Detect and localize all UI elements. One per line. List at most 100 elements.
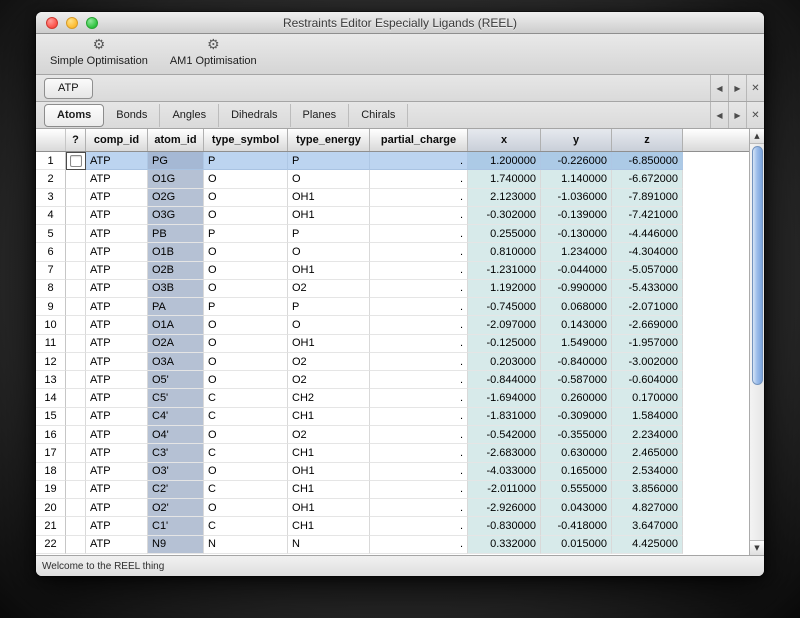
z-cell[interactable]: 3.856000	[612, 481, 683, 499]
partial-charge-cell[interactable]: .	[370, 408, 468, 426]
atom-id-cell[interactable]: PG	[148, 152, 204, 170]
table-row[interactable]: 9ATPPAPP.-0.7450000.068000-2.071000	[36, 298, 749, 316]
select-checkbox-cell[interactable]	[66, 389, 86, 407]
comp-id-cell[interactable]: ATP	[86, 189, 148, 207]
comp-id-cell[interactable]: ATP	[86, 371, 148, 389]
type-symbol-cell[interactable]: O	[204, 335, 288, 353]
atom-id-cell[interactable]: C4'	[148, 408, 204, 426]
type-energy-cell[interactable]: O2	[288, 280, 370, 298]
type-energy-cell[interactable]: O2	[288, 426, 370, 444]
row-number-cell[interactable]: 8	[36, 280, 66, 298]
type-energy-cell[interactable]: N	[288, 536, 370, 554]
table-row[interactable]: 3ATPO2GOOH1.2.123000-1.036000-7.891000	[36, 189, 749, 207]
table-row[interactable]: 19ATPC2'CCH1.-2.0110000.5550003.856000	[36, 481, 749, 499]
y-cell[interactable]: 0.068000	[541, 298, 612, 316]
table-row[interactable]: 15ATPC4'CCH1.-1.831000-0.3090001.584000	[36, 408, 749, 426]
comp-id-cell[interactable]: ATP	[86, 316, 148, 334]
row-number-cell[interactable]: 1	[36, 152, 66, 170]
atom-id-cell[interactable]: O2A	[148, 335, 204, 353]
atom-id-cell[interactable]: O2'	[148, 499, 204, 517]
z-cell[interactable]: 2.534000	[612, 463, 683, 481]
select-checkbox-cell[interactable]	[66, 207, 86, 225]
partial-charge-cell[interactable]: .	[370, 499, 468, 517]
select-checkbox-cell[interactable]	[66, 444, 86, 462]
select-checkbox-cell[interactable]	[66, 335, 86, 353]
partial-charge-cell[interactable]: .	[370, 207, 468, 225]
atom-id-cell[interactable]: O3A	[148, 353, 204, 371]
atom-id-cell[interactable]: C1'	[148, 517, 204, 535]
tab-scroll-left-icon[interactable]: ◀	[710, 102, 728, 128]
select-checkbox-cell[interactable]	[66, 316, 86, 334]
row-number-cell[interactable]: 18	[36, 463, 66, 481]
select-checkbox-cell[interactable]	[66, 152, 86, 170]
scrollbar-thumb[interactable]	[752, 146, 763, 385]
x-cell[interactable]: -0.542000	[468, 426, 541, 444]
tab-scroll-right-icon[interactable]: ▶	[728, 75, 746, 101]
partial-charge-cell[interactable]: .	[370, 225, 468, 243]
type-energy-cell[interactable]: O	[288, 170, 370, 188]
comp-id-cell[interactable]: ATP	[86, 170, 148, 188]
comp-id-cell[interactable]: ATP	[86, 335, 148, 353]
type-energy-cell[interactable]: CH1	[288, 408, 370, 426]
select-checkbox-cell[interactable]	[66, 353, 86, 371]
partial-charge-cell[interactable]: .	[370, 152, 468, 170]
type-energy-cell[interactable]: O2	[288, 371, 370, 389]
partial-charge-cell[interactable]: .	[370, 335, 468, 353]
z-cell[interactable]: -4.446000	[612, 225, 683, 243]
type-symbol-cell[interactable]: P	[204, 152, 288, 170]
z-cell[interactable]: -2.669000	[612, 316, 683, 334]
y-cell[interactable]: -0.309000	[541, 408, 612, 426]
partial-charge-cell[interactable]: .	[370, 189, 468, 207]
type-energy-cell[interactable]: P	[288, 225, 370, 243]
select-checkbox-cell[interactable]	[66, 243, 86, 261]
row-number-cell[interactable]: 21	[36, 517, 66, 535]
type-energy-cell[interactable]: OH1	[288, 463, 370, 481]
row-select-checkbox[interactable]	[70, 155, 82, 167]
x-cell[interactable]: -1.231000	[468, 262, 541, 280]
type-symbol-cell[interactable]: O	[204, 170, 288, 188]
type-symbol-cell[interactable]: O	[204, 207, 288, 225]
type-symbol-cell[interactable]: O	[204, 499, 288, 517]
type-symbol-cell[interactable]: O	[204, 353, 288, 371]
comp-id-cell[interactable]: ATP	[86, 389, 148, 407]
y-cell[interactable]: 0.260000	[541, 389, 612, 407]
comp-id-cell[interactable]: ATP	[86, 536, 148, 554]
z-cell[interactable]: 2.234000	[612, 426, 683, 444]
table-row[interactable]: 2ATPO1GOO.1.7400001.140000-6.672000	[36, 170, 749, 188]
y-cell[interactable]: -0.130000	[541, 225, 612, 243]
scroll-down-icon[interactable]: ▼	[750, 540, 764, 555]
z-cell[interactable]: 2.465000	[612, 444, 683, 462]
tab-chirals[interactable]: Chirals	[349, 104, 408, 127]
comp-id-cell[interactable]: ATP	[86, 481, 148, 499]
table-row[interactable]: 8ATPO3BOO2.1.192000-0.990000-5.433000	[36, 280, 749, 298]
y-cell[interactable]: 0.555000	[541, 481, 612, 499]
partial-charge-cell[interactable]: .	[370, 426, 468, 444]
minimize-window-button[interactable]	[66, 17, 78, 29]
type-symbol-cell[interactable]: O	[204, 262, 288, 280]
x-cell[interactable]: 1.740000	[468, 170, 541, 188]
y-cell[interactable]: -0.139000	[541, 207, 612, 225]
z-cell[interactable]: 0.170000	[612, 389, 683, 407]
comp-id-cell[interactable]: ATP	[86, 353, 148, 371]
z-cell[interactable]: -6.850000	[612, 152, 683, 170]
type-energy-cell[interactable]: OH1	[288, 207, 370, 225]
row-number-cell[interactable]: 7	[36, 262, 66, 280]
y-cell[interactable]: -0.840000	[541, 353, 612, 371]
select-checkbox-cell[interactable]	[66, 371, 86, 389]
column-header-z[interactable]: z	[612, 129, 683, 151]
row-number-cell[interactable]: 9	[36, 298, 66, 316]
type-symbol-cell[interactable]: P	[204, 225, 288, 243]
x-cell[interactable]: -1.831000	[468, 408, 541, 426]
x-cell[interactable]: -2.683000	[468, 444, 541, 462]
comp-id-cell[interactable]: ATP	[86, 517, 148, 535]
simple-optimisation-button[interactable]: ⚙ Simple Optimisation	[46, 36, 152, 68]
x-cell[interactable]: 2.123000	[468, 189, 541, 207]
atom-id-cell[interactable]: C2'	[148, 481, 204, 499]
column-header-select[interactable]: ?	[66, 129, 86, 151]
atom-id-cell[interactable]: O4'	[148, 426, 204, 444]
tab-bonds[interactable]: Bonds	[104, 104, 160, 127]
atom-id-cell[interactable]: N9	[148, 536, 204, 554]
type-energy-cell[interactable]: OH1	[288, 499, 370, 517]
scroll-up-icon[interactable]: ▲	[750, 129, 764, 144]
x-cell[interactable]: 0.203000	[468, 353, 541, 371]
